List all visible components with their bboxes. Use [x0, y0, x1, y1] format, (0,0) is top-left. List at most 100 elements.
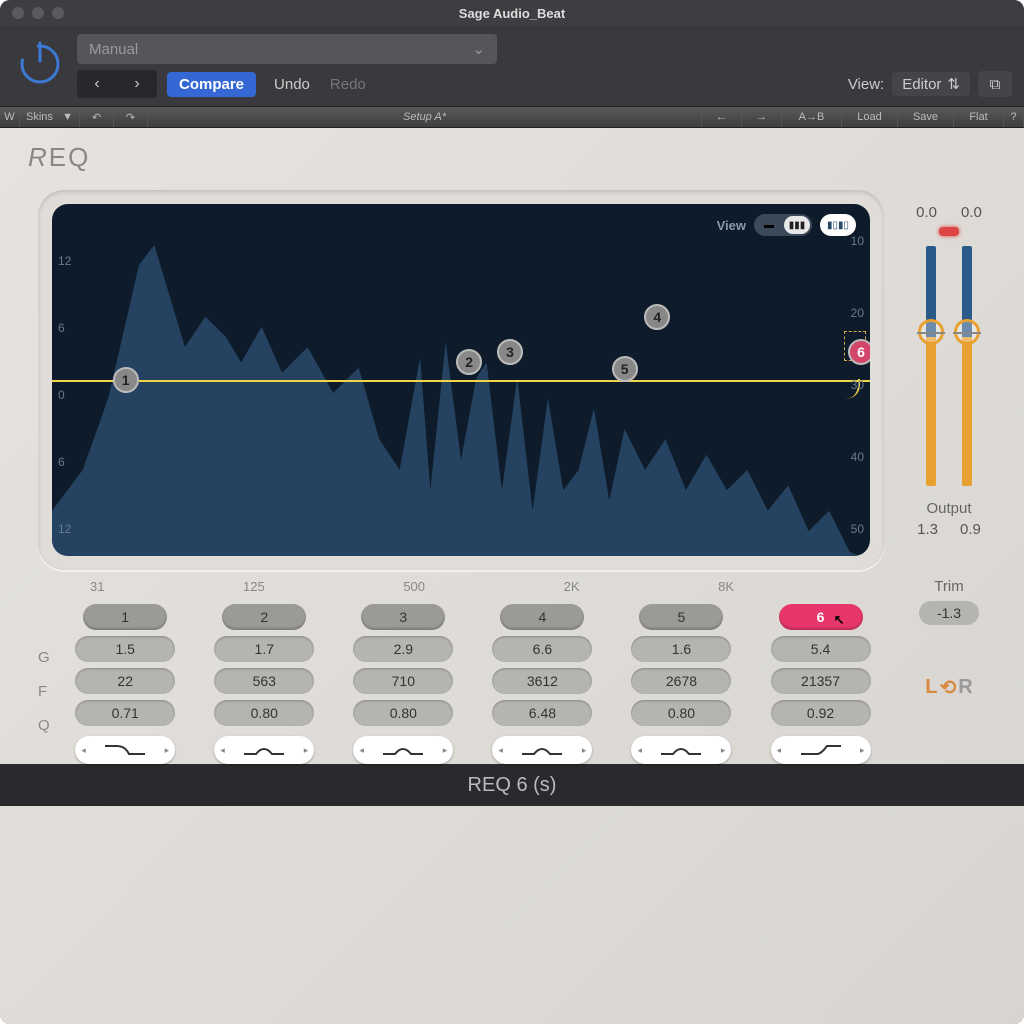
zoom-icon[interactable]: [52, 7, 64, 19]
band-4-shape[interactable]: [492, 736, 592, 764]
fader-handle-icon[interactable]: [954, 319, 980, 345]
band-5-q[interactable]: 0.80: [631, 700, 731, 726]
band-6-f[interactable]: 21357: [771, 668, 871, 694]
bell-icon: [381, 742, 425, 758]
view-label: View:: [848, 76, 884, 93]
band-4-q[interactable]: 6.48: [492, 700, 592, 726]
save-button[interactable]: Save: [898, 107, 954, 127]
eq-node-3[interactable]: 3: [497, 339, 523, 365]
band-6-q[interactable]: 0.92: [771, 700, 871, 726]
preset-name: Manual: [89, 41, 138, 58]
undo-icon[interactable]: ↶: [80, 107, 114, 127]
stereo-link[interactable]: L⟲R: [925, 675, 972, 700]
band-1-f[interactable]: 22: [75, 668, 175, 694]
updown-icon: ⇅: [947, 75, 960, 93]
eq-node-6[interactable]: 6: [848, 339, 870, 365]
prev-preset-button[interactable]: ‹: [77, 70, 117, 98]
bell-icon: [242, 742, 286, 758]
power-button[interactable]: [12, 34, 67, 89]
freq-axis: 311255002K8K: [90, 579, 734, 594]
band-select-1[interactable]: 1: [83, 604, 167, 630]
eq-node-1[interactable]: 1: [113, 367, 139, 393]
band-2-f[interactable]: 563: [214, 668, 314, 694]
clip-led[interactable]: [939, 227, 959, 236]
band-6-g[interactable]: 5.4: [771, 636, 871, 662]
minimize-icon[interactable]: [32, 7, 44, 19]
next-preset-button[interactable]: ›: [117, 70, 157, 98]
band-3-g[interactable]: 2.9: [353, 636, 453, 662]
waves-toolbar: W Skins▼ ↶ ↷ Setup A* ← → A→B Load Save …: [0, 106, 1024, 128]
eq-node-2[interactable]: 2: [456, 349, 482, 375]
band-3: 3 2.9 710 0.80: [340, 604, 467, 764]
band-controls: G F Q 11.5220.7121.75630.8032.97100.8046…: [38, 604, 884, 764]
band-5: 5 1.6 2678 0.80: [618, 604, 745, 764]
output-val-left: 1.3: [917, 521, 938, 538]
band-select-2[interactable]: 2: [222, 604, 306, 630]
redo-icon[interactable]: ↷: [114, 107, 148, 127]
fader-handle-icon[interactable]: [918, 319, 944, 345]
close-icon[interactable]: [12, 7, 24, 19]
band-select-6[interactable]: 6↖: [779, 604, 863, 630]
copy-ab-button[interactable]: A→B: [782, 107, 842, 127]
prev-setup-button[interactable]: ←: [702, 107, 742, 127]
eq-node-5[interactable]: 5: [612, 356, 638, 382]
host-toolbar: Manual ⌄ ‹ › Compare Undo Redo View: Edi…: [0, 26, 1024, 106]
load-button[interactable]: Load: [842, 107, 898, 127]
band-3-q[interactable]: 0.80: [353, 700, 453, 726]
window-controls[interactable]: [12, 7, 64, 19]
eq-graph[interactable]: View ▬ ▮▮▮ ▮▯▮▯ 1260612 10: [52, 204, 870, 556]
eq-graph-frame: View ▬ ▮▮▮ ▮▯▮▯ 1260612 10: [38, 190, 884, 570]
output-fader-left[interactable]: [926, 246, 936, 486]
help-button[interactable]: ?: [1004, 107, 1024, 127]
setup-display[interactable]: Setup A*: [148, 107, 702, 127]
band-1: 1 1.5 22 0.71: [62, 604, 189, 764]
analyzer-button[interactable]: ▮▯▮▯: [820, 214, 856, 236]
graph-view-label: View: [717, 218, 746, 233]
output-fader-right[interactable]: [962, 246, 972, 486]
band-2-q[interactable]: 0.80: [214, 700, 314, 726]
band-3-shape[interactable]: [353, 736, 453, 764]
band-4-g[interactable]: 6.6: [492, 636, 592, 662]
plugin-body: REQ View ▬ ▮▮▮ ▮▯▮▯: [0, 128, 1024, 1024]
band-select-3[interactable]: 3: [361, 604, 445, 630]
output-label: Output: [926, 500, 971, 517]
eq-curve[interactable]: [52, 380, 870, 382]
band-5-f[interactable]: 2678: [631, 668, 731, 694]
waves-menu[interactable]: W: [0, 107, 20, 127]
graph-view-toggle[interactable]: ▬ ▮▮▮: [754, 214, 812, 236]
next-setup-button[interactable]: →: [742, 107, 782, 127]
output-val-right: 0.9: [960, 521, 981, 538]
redo-button[interactable]: Redo: [320, 72, 376, 97]
band-1-q[interactable]: 0.71: [75, 700, 175, 726]
eq-node-4[interactable]: 4: [644, 304, 670, 330]
band-5-g[interactable]: 1.6: [631, 636, 731, 662]
plugin-logo: REQ: [28, 142, 90, 173]
band-1-shape[interactable]: [75, 736, 175, 764]
output-panel: 0.0 0.0 Output 1.3 0.9 Trim -1.3 L⟲R: [894, 204, 1004, 700]
band-4-f[interactable]: 3612: [492, 668, 592, 694]
skins-menu[interactable]: Skins▼: [20, 107, 80, 127]
chain-icon: ⧉: [990, 76, 1001, 93]
peak-right: 0.0: [961, 204, 982, 221]
link-button[interactable]: ⧉: [978, 71, 1012, 97]
band-6-shape[interactable]: [771, 736, 871, 764]
band-select-5[interactable]: 5: [639, 604, 723, 630]
band-select-4[interactable]: 4: [500, 604, 584, 630]
plugin-footer: REQ 6 (s): [0, 764, 1024, 806]
preset-selector[interactable]: Manual ⌄: [77, 34, 497, 64]
band-5-shape[interactable]: [631, 736, 731, 764]
band-3-f[interactable]: 710: [353, 668, 453, 694]
gain-axis: 1260612: [58, 254, 71, 536]
undo-button[interactable]: Undo: [264, 72, 320, 97]
band-2-shape[interactable]: [214, 736, 314, 764]
view-selector[interactable]: Editor ⇅: [892, 72, 970, 96]
compare-button[interactable]: Compare: [167, 72, 256, 97]
cursor-icon: ↖: [834, 612, 845, 628]
band-1-g[interactable]: 1.5: [75, 636, 175, 662]
flat-button[interactable]: Flat: [954, 107, 1004, 127]
band-2-g[interactable]: 1.7: [214, 636, 314, 662]
trim-label: Trim: [934, 578, 963, 595]
trim-value[interactable]: -1.3: [919, 601, 979, 625]
level-axis: 1020304050: [851, 234, 864, 536]
lowshelf-icon: [103, 742, 147, 758]
